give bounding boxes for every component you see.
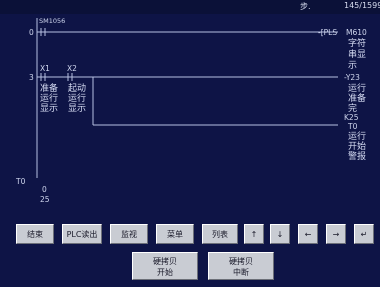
rung1-contact-name: SM1056 [39,17,65,25]
monitor-button[interactable]: 监视 [110,224,148,244]
plc-read-button[interactable]: PLC读出 [62,224,102,244]
rung1-comment-line3: 示 [348,61,357,71]
rung2-contact1-name: X1 [40,64,50,73]
hardcopy-start-line1: 硬拷贝 [153,257,177,266]
left-arrow-button[interactable]: ← [298,224,318,244]
rung2-contact2-comment3: 显示 [68,103,86,114]
button-bar: 结束 PLC读出 监视 菜单 列表 ↑ ↓ ← → ↵ 硬拷贝 开始 硬拷贝 中… [0,214,380,287]
right-arrow-button[interactable]: → [326,224,346,244]
hardcopy-start-line2: 开始 [157,268,173,277]
rung2-contact2-comment2: 运行 [68,92,86,104]
rung2-contact2-name: X2 [67,64,77,73]
timer-setting: 25 [40,195,50,204]
rung2-coil1-name: -Y23 [344,73,360,82]
menu-button[interactable]: 菜单 [156,224,194,244]
list-button[interactable]: 列表 [202,224,238,244]
rung1-comment-line1: 字符 [348,37,366,49]
end-button[interactable]: 结束 [16,224,54,244]
rung2-coil1-comment1: 运行 [348,82,366,94]
rung2-step: 3 [29,73,34,82]
rung2-coil2-sub: T0 [347,122,358,131]
hardcopy-stop-button[interactable]: 硬拷贝 中断 [208,252,274,280]
hardcopy-stop-line1: 硬拷贝 [229,257,253,266]
timer-name: T0 [15,177,26,186]
rung2-contact1-comment2: 运行 [40,92,58,104]
rung2-coil2-comment3: 警报 [348,150,366,162]
rung1-coil-name: M610 [346,28,367,37]
hardcopy-stop-line2: 中断 [233,268,249,277]
rung2-coil2-comment2: 开始 [348,140,366,152]
rung2-contact1-comment3: 显示 [40,103,58,114]
rung1-comment-line2: 串显 [348,49,366,60]
rung1-instruction: -[PLS [318,28,337,37]
rung1-step: 0 [29,28,34,37]
rung2-coil2-name: K25 [344,113,359,122]
ladder-diagram: 0 SM1056 -[PLS M610 字符 串显 示 3 X1 准备 运行 显… [15,17,367,204]
timer-current: 0 [42,185,47,194]
rung2-contact2-comment1: 起动 [68,83,86,94]
hmi-screen: 步. 145/1599 0 SM1056 -[PLS M610 字符 串显 示 … [0,0,380,287]
down-arrow-button[interactable]: ↓ [270,224,290,244]
rung2-coil1-comment2: 准备 [348,92,366,104]
up-arrow-button[interactable]: ↑ [244,224,264,244]
hardcopy-start-button[interactable]: 硬拷贝 开始 [132,252,198,280]
rung2-coil2-comment1: 运行 [348,130,366,142]
enter-button[interactable]: ↵ [354,224,374,244]
rung2-contact1-comment1: 准备 [40,82,58,94]
